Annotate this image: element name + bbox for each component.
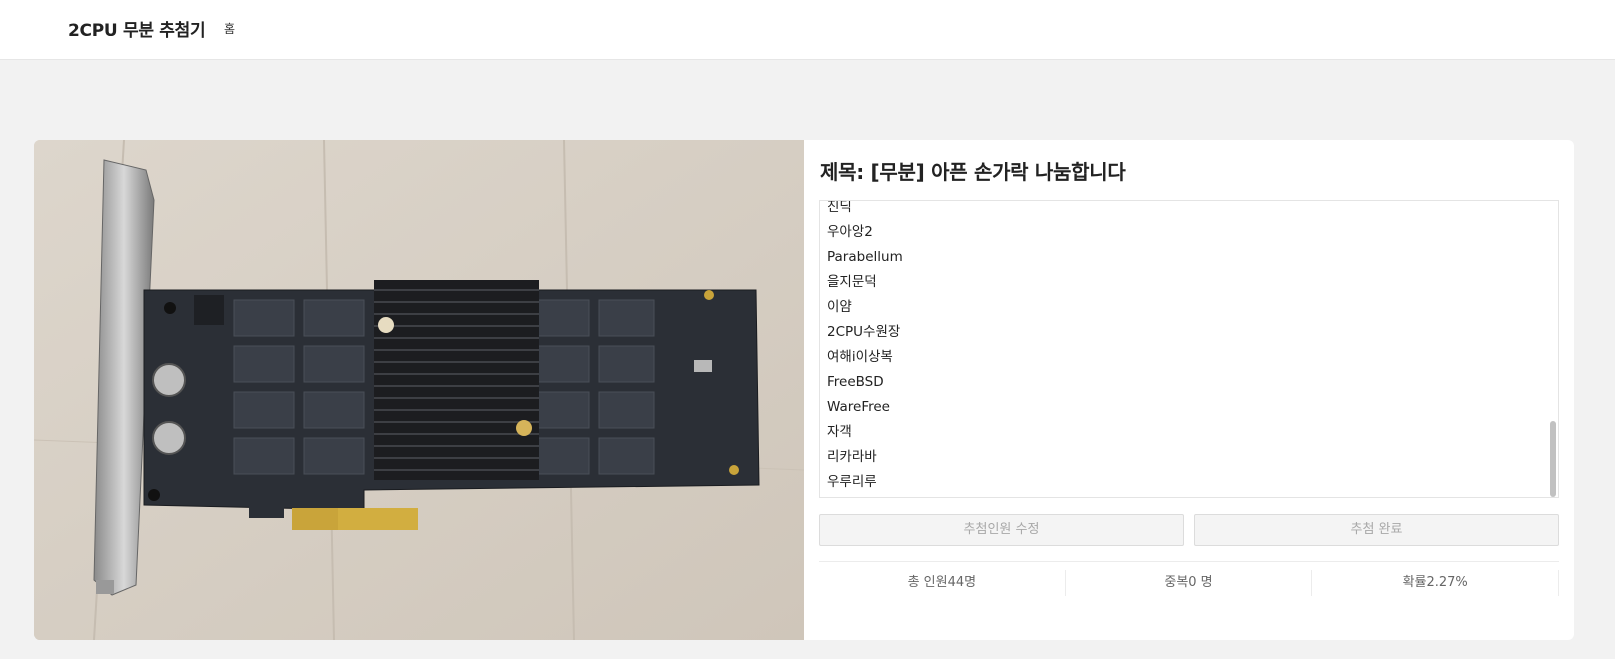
scrollbar[interactable]	[1550, 203, 1556, 497]
participant-list-item: 자객	[827, 424, 852, 440]
edit-participants-button[interactable]: 추첨인원 수정	[819, 514, 1184, 546]
stats-row: 총 인원44명 중복0 명 확률2.27%	[819, 570, 1560, 596]
post-title: 제목: [무분] 아픈 손가락 나눔합니다	[820, 160, 1126, 184]
participant-list-item: 우루리루	[827, 474, 877, 490]
home-link[interactable]: 홈	[224, 20, 235, 37]
participant-list-item: 이얌	[827, 299, 852, 315]
draw-complete-button[interactable]: 추첨 완료	[1194, 514, 1559, 546]
draw-panel: 제목: [무분] 아픈 손가락 나눔합니다 진딕우아앙2 Parabellum 을지…	[804, 140, 1574, 640]
participant-list-item: WareFree	[827, 399, 890, 415]
total-count: 총 인원44명	[819, 570, 1066, 596]
scrollbar-thumb[interactable]	[1550, 421, 1556, 497]
participant-list-item: Parabellum	[827, 249, 903, 265]
participant-list-item: 을지문덕	[827, 274, 877, 290]
top-nav-bar: 2CPU 무분 추첨기 홈	[0, 0, 1615, 60]
participant-list-item: 리카라바	[827, 449, 877, 465]
participant-list-item: FreeBSD	[827, 374, 884, 390]
duplicate-count: 중복0 명	[1066, 570, 1313, 596]
divider	[819, 561, 1559, 562]
app-title[interactable]: 2CPU 무분 추첨기	[68, 16, 206, 41]
participant-list-item: 여해i이상복	[827, 349, 893, 365]
participant-list[interactable]: 진딕우아앙2 Parabellum 을지문덕이얌 2CPU수원장여해i이상복 FreeB…	[819, 200, 1559, 498]
win-probability: 확률2.27%	[1312, 570, 1560, 596]
pcie-ssd-card-photo	[34, 140, 804, 640]
participant-list-item: 우아앙2	[827, 224, 873, 240]
participant-list-item: 2CPU수원장	[827, 324, 901, 340]
product-photo	[34, 140, 804, 640]
participant-list-item: 진딕	[827, 200, 852, 215]
participant-list-items: 진딕우아앙2 Parabellum 을지문덕이얌 2CPU수원장여해i이상복 FreeB…	[820, 200, 1558, 495]
heatsink	[374, 280, 539, 480]
